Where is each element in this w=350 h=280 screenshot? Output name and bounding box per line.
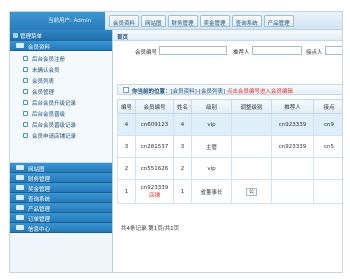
pagination-info: 共4条记录 第1页/共1页 bbox=[121, 226, 180, 232]
sidebar-group-products[interactable]: 产品管理 bbox=[10, 203, 112, 213]
column-header: 姓名 bbox=[173, 99, 192, 114]
folder-icon bbox=[16, 175, 24, 180]
tab-finance[interactable]: 财务管理 bbox=[167, 15, 198, 27]
referrer-input[interactable] bbox=[252, 46, 302, 55]
page-icon bbox=[23, 89, 28, 94]
column-header: 级别 bbox=[191, 99, 232, 114]
sidebar-title: 管理菜单 bbox=[10, 30, 112, 41]
sidebar-item-promote[interactable]: 后台会员晋级 bbox=[10, 108, 112, 119]
column-header: 推荐人 bbox=[271, 99, 314, 114]
tab-products[interactable]: 产品管理 bbox=[263, 15, 294, 27]
column-header: 会员编号 bbox=[135, 99, 174, 114]
select-all-checkbox[interactable] bbox=[123, 87, 129, 93]
top-navigation: 当前用户: Admin 会员资料 网站图 财务管理 奖金管理 查询系统 产品管理 bbox=[10, 12, 342, 30]
breadcrumb[interactable]: 首页 bbox=[113, 30, 342, 41]
sidebar-group-messages[interactable]: 信息中心 bbox=[10, 223, 112, 233]
sidebar-group-member-info[interactable]: 会员资料 bbox=[10, 41, 112, 51]
member-no-label: 会员编号 bbox=[135, 50, 158, 56]
sidebar-item-unconfirmed[interactable]: 未确认会员 bbox=[10, 64, 112, 75]
folder-icon bbox=[16, 195, 24, 200]
member-no-link[interactable]: cn551626 bbox=[135, 157, 174, 180]
member-table: 编号 会员编号 姓名 级别 调整级别 推荐人 接点 4 cn609123 4 v… bbox=[117, 99, 342, 204]
sidebar-item-register[interactable]: 后台会员注册 bbox=[10, 53, 112, 64]
sidebar-group-label: 会员资料 bbox=[28, 45, 51, 51]
shop-badge: 店铺 bbox=[148, 192, 160, 199]
menu-icon bbox=[13, 33, 18, 38]
location-bar: 你当前的位置：[会员资料]-[会员列表] 点击会员编号进入会员编辑 bbox=[117, 84, 342, 95]
table-row[interactable]: 3 cn281537 3 主管 cn923339 cn5 bbox=[117, 135, 342, 158]
page-icon bbox=[23, 78, 28, 83]
sidebar-group-orders[interactable]: 订单管理 bbox=[10, 213, 112, 223]
main-content: 首页 会员编号 推荐人 接点人 你当前的位置：[会员资料]-[会员列表] 点击会… bbox=[113, 30, 342, 272]
sidebar: 管理菜单 会员资料 后台会员注册 未确认会员 会员列表 会员管理 后台会员升级记… bbox=[10, 30, 113, 272]
page-icon bbox=[23, 100, 28, 105]
referrer-label: 推荐人 bbox=[233, 50, 250, 56]
page-icon bbox=[23, 67, 28, 72]
node-label: 接点人 bbox=[306, 50, 323, 56]
sidebar-item-shop-apply[interactable]: 会员申请店铺记录 bbox=[10, 130, 112, 141]
sidebar-group-network-map[interactable]: 网站图 bbox=[10, 163, 112, 173]
tab-bonus[interactable]: 奖金管理 bbox=[199, 15, 230, 27]
position-label: 你当前的位置 bbox=[132, 89, 166, 95]
folder-icon bbox=[16, 215, 24, 220]
sidebar-submenu: 后台会员注册 未确认会员 会员列表 会员管理 后台会员升级记录 后台会员晋级 后… bbox=[10, 51, 112, 163]
current-user-label: 当前用户: Admin bbox=[10, 12, 105, 30]
tab-query[interactable]: 查询系统 bbox=[231, 15, 262, 27]
sidebar-title-label: 管理菜单 bbox=[20, 34, 43, 40]
sidebar-group-bonus[interactable]: 奖金管理 bbox=[10, 183, 112, 193]
folder-icon bbox=[16, 225, 24, 230]
folder-icon bbox=[16, 205, 24, 210]
table-row[interactable]: 4 cn609123 4 vip cn923339 cn9 bbox=[117, 113, 342, 136]
adjust-level-button[interactable]: 公 bbox=[245, 187, 257, 196]
column-header: 编号 bbox=[117, 99, 136, 114]
member-no-link[interactable]: cn609123 bbox=[135, 113, 174, 136]
tab-network-map[interactable]: 网站图 bbox=[141, 15, 166, 27]
sidebar-group-query[interactable]: 查询系统 bbox=[10, 193, 112, 203]
node-input[interactable] bbox=[325, 46, 342, 55]
folder-icon bbox=[16, 165, 24, 170]
sidebar-item-promote-log[interactable]: 后台会员晋级记录 bbox=[10, 119, 112, 130]
top-tabs: 会员资料 网站图 财务管理 奖金管理 查询系统 产品管理 bbox=[109, 15, 296, 27]
folder-icon bbox=[16, 43, 24, 48]
page-icon bbox=[23, 133, 28, 138]
location-path: [会员资料]-[会员列表] bbox=[170, 89, 226, 95]
edit-hint: 点击会员编号进入会员编辑 bbox=[226, 89, 293, 95]
column-header: 调整级别 bbox=[231, 99, 272, 114]
member-no-input[interactable] bbox=[159, 46, 227, 55]
search-bar: 会员编号 推荐人 接点人 bbox=[113, 41, 342, 61]
table-header-row: 编号 会员编号 姓名 级别 调整级别 推荐人 接点 bbox=[117, 99, 342, 114]
member-no-link[interactable]: cn923339 店铺 bbox=[135, 179, 174, 204]
column-header: 接点 bbox=[313, 99, 342, 114]
table-row[interactable]: 1 cn923339 店铺 1 省董事长 公 bbox=[117, 179, 342, 204]
folder-icon bbox=[16, 185, 24, 190]
sidebar-group-finance[interactable]: 财务管理 bbox=[10, 173, 112, 183]
page-icon bbox=[23, 56, 28, 61]
page-icon bbox=[23, 122, 28, 127]
sidebar-item-member-list[interactable]: 会员列表 bbox=[10, 75, 112, 86]
tab-member-info[interactable]: 会员资料 bbox=[109, 15, 140, 27]
member-no-link[interactable]: cn281537 bbox=[135, 135, 174, 158]
sidebar-item-upgrade-log[interactable]: 后台会员升级记录 bbox=[10, 97, 112, 108]
page-icon bbox=[23, 111, 28, 116]
table-row[interactable]: 2 cn551626 2 vip bbox=[117, 157, 342, 180]
app-window: 当前用户: Admin 会员资料 网站图 财务管理 奖金管理 查询系统 产品管理… bbox=[9, 11, 343, 273]
sidebar-item-member-manage[interactable]: 会员管理 bbox=[10, 86, 112, 97]
